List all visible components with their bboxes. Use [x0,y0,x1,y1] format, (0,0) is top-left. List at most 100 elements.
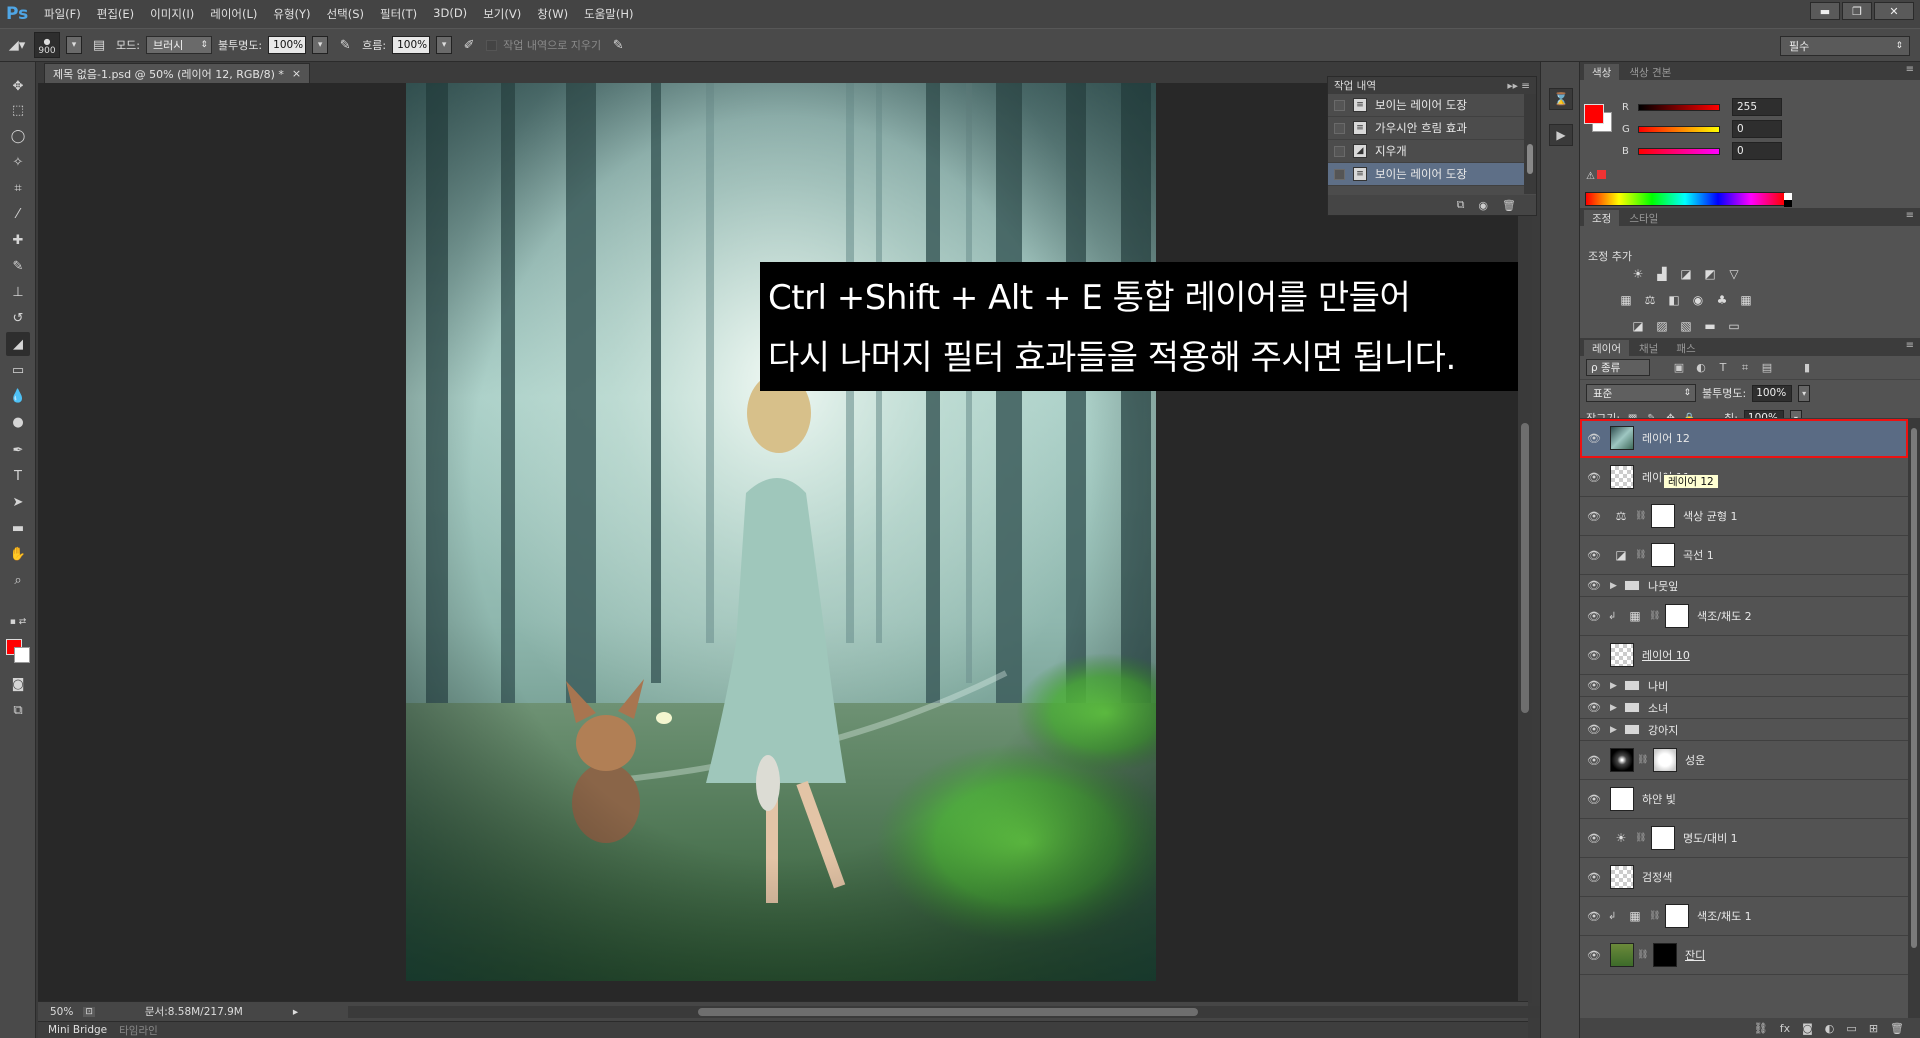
color-spectrum-bar[interactable] [1585,192,1792,207]
history-scroll-thumb[interactable] [1527,144,1533,174]
brush-tool-icon[interactable]: ✎ [6,254,30,278]
layer-row[interactable]: 👁 ⛓ 잔디 [1580,936,1908,975]
layer-row[interactable]: 👁 ☀ ⛓ 명도/대비 1 [1580,819,1908,858]
erase-history-checkbox[interactable] [486,39,498,51]
add-mask-icon[interactable]: ◙ [1802,1022,1813,1035]
canvas-horizontal-scroll-thumb[interactable] [698,1008,1198,1016]
expand-group-icon[interactable]: ▶ [1610,703,1620,713]
menu-item[interactable]: 유형(Y) [265,6,318,22]
background-color-swatch[interactable] [14,647,30,663]
marquee-tool-icon[interactable]: ⬚ [6,98,30,122]
expand-group-icon[interactable]: ▶ [1610,681,1620,691]
new-document-from-state-icon[interactable]: ⧉ [1457,198,1465,212]
new-adjustment-icon[interactable]: ◐ [1825,1022,1835,1035]
invert-icon[interactable]: ◪ [1630,318,1646,334]
visibility-eye-icon[interactable]: 👁 [1584,579,1604,592]
layer-name[interactable]: 레이어 10 [1642,647,1690,663]
layer-row[interactable]: 👁 ⛓ 성운 [1580,741,1908,780]
menu-item[interactable]: 이미지(I) [142,6,202,22]
eyedropper-tool-icon[interactable]: ⁄ [6,202,30,226]
levels-icon[interactable]: ▟ [1654,266,1670,282]
quick-mask-icon[interactable]: ◙ [6,672,30,696]
layer-group-row[interactable]: 👁 ▶ 나뭇잎 [1580,575,1908,597]
layer-mask-thumbnail[interactable] [1651,543,1675,567]
layer-thumbnail[interactable] [1610,643,1634,667]
history-item[interactable]: ≡ 보이는 레이어 도장 [1328,94,1536,117]
shape-tool-icon[interactable]: ▬ [6,516,30,540]
menu-item[interactable]: 편집(E) [89,6,142,22]
visibility-eye-icon[interactable]: 👁 [1584,949,1604,962]
pressure-size-icon[interactable]: ✎ [607,34,629,56]
curves-icon[interactable]: ◪ [1678,266,1694,282]
layer-row[interactable]: 👁 ◪ ⛓ 곡선 1 [1580,536,1908,575]
clone-stamp-tool-icon[interactable]: ⊥ [6,280,30,304]
visibility-eye-icon[interactable]: 👁 [1584,723,1604,736]
layer-mask-thumbnail[interactable] [1651,826,1675,850]
link-layers-icon[interactable]: ⛓ [1754,1022,1768,1035]
gradient-map-icon[interactable]: ▭ [1726,318,1742,334]
new-layer-icon[interactable]: ⊞ [1869,1022,1878,1035]
layer-name[interactable]: 나뭇잎 [1648,578,1678,594]
zoom-tool-icon[interactable]: ⌕ [6,568,30,592]
black-white-icon[interactable]: ◧ [1666,292,1682,308]
layer-name[interactable]: 잔디 [1685,947,1705,963]
panel-menu-icon[interactable]: ≡ [1906,64,1914,75]
layer-group-row[interactable]: 👁 ▶ 강아지 [1580,719,1908,741]
delete-layer-icon[interactable]: 🗑 [1890,1022,1904,1035]
visibility-eye-icon[interactable]: 👁 [1584,510,1604,523]
layer-group-row[interactable]: 👁 ▶ 소녀 [1580,697,1908,719]
dodge-tool-icon[interactable]: ● [6,410,30,434]
filter-type-icon[interactable]: T [1716,361,1730,375]
history-item[interactable]: ≡ 가우시안 흐림 효과 [1328,117,1536,140]
history-panel-title[interactable]: 작업 내역 [1334,78,1376,93]
screen-mode-icon[interactable]: ⧉ [6,698,30,722]
hand-tool-icon[interactable]: ✋ [6,542,30,566]
layers-scrollbar[interactable] [1908,418,1920,1018]
mask-link-icon[interactable]: ⛓ [1635,550,1646,560]
layer-row[interactable]: 👁 ↲ ▦ ⛓ 색조/채도 1 [1580,897,1908,936]
layer-name[interactable]: 곡선 1 [1683,547,1714,563]
selective-color-icon[interactable]: ▬ [1702,318,1718,334]
tab-color[interactable]: 색상 [1584,64,1620,80]
zoom-level[interactable]: 50% [50,1006,73,1018]
eraser-tool-preset-icon[interactable]: ◢▾ [6,34,28,56]
tab-timeline[interactable]: 타임라인 [119,1023,158,1038]
type-tool-icon[interactable]: T [6,464,30,488]
layer-name[interactable]: 레이어 12 [1642,430,1690,446]
channel-mixer-icon[interactable]: ♣ [1714,292,1730,308]
tab-styles[interactable]: 스타일 [1621,210,1666,226]
layer-mask-thumbnail[interactable] [1653,748,1677,772]
layer-group-row[interactable]: 👁 ▶ 나비 [1580,675,1908,697]
history-item[interactable]: ◢ 지우개 [1328,140,1536,163]
restore-button[interactable]: ❐ [1842,2,1872,20]
channel-slider[interactable] [1638,103,1720,111]
channel-value-field[interactable]: 0 [1732,142,1782,160]
workspace-select[interactable]: 필수 [1780,36,1910,56]
layer-name[interactable]: 소녀 [1648,700,1668,716]
layer-thumbnail[interactable] [1610,865,1634,889]
crop-tool-icon[interactable]: ⌗ [6,176,30,200]
layer-row[interactable]: 👁레이어 11 [1580,458,1908,497]
mask-link-icon[interactable]: ⛓ [1637,950,1648,960]
visibility-eye-icon[interactable]: 👁 [1584,549,1604,562]
minimize-button[interactable]: ▬ [1810,2,1840,20]
history-dock-icon[interactable]: ⌛ [1549,88,1573,110]
menu-item[interactable]: 보기(V) [475,6,529,22]
menu-item[interactable]: 3D(D) [425,6,475,22]
blend-mode-select[interactable]: 표준 [1586,384,1696,402]
flow-field[interactable]: 100% [392,36,431,54]
blur-tool-icon[interactable]: 💧 [6,384,30,408]
mask-link-icon[interactable]: ⛓ [1637,755,1648,765]
history-scrollbar[interactable] [1524,94,1536,194]
expand-group-icon[interactable]: ▶ [1610,725,1620,735]
canvas-artwork[interactable] [406,83,1156,981]
history-source-checkbox[interactable] [1334,122,1345,134]
layer-name[interactable]: 하얀 빛 [1642,791,1676,807]
layer-opacity-dropdown[interactable]: ▾ [1798,384,1811,402]
color-balance-icon[interactable]: ⚖ [1642,292,1658,308]
layer-mask-thumbnail[interactable] [1665,904,1689,928]
layer-thumbnail[interactable] [1610,787,1634,811]
tab-channels[interactable]: 채널 [1631,340,1666,356]
history-source-checkbox[interactable] [1334,168,1345,180]
visibility-eye-icon[interactable]: 👁 [1584,679,1604,692]
